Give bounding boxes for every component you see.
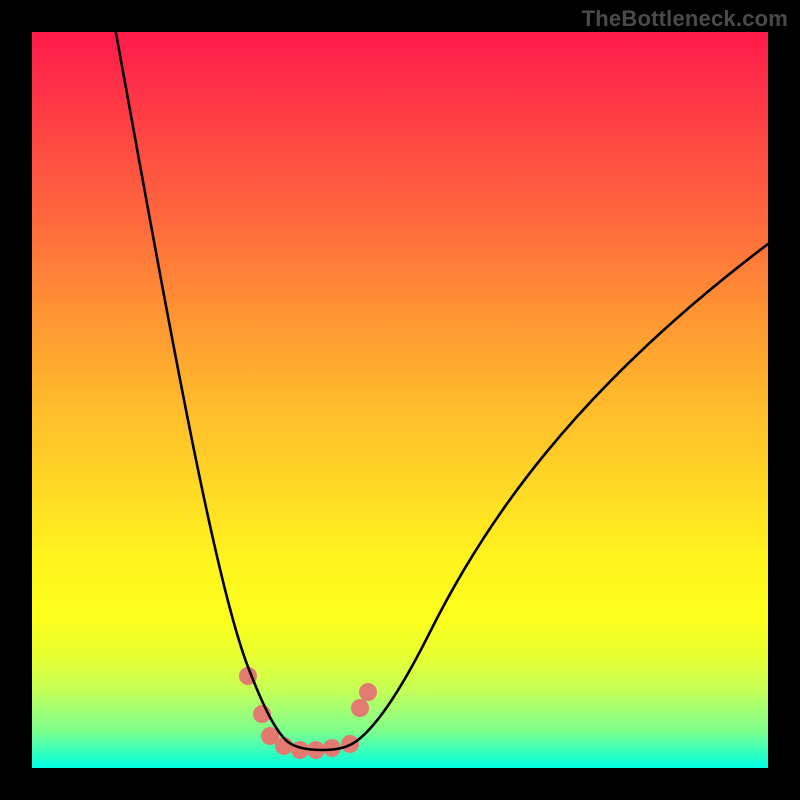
plot-area [32,32,768,768]
data-marker [351,699,369,717]
bottleneck-curve [114,32,768,750]
chart-frame: TheBottleneck.com [0,0,800,800]
data-marker [359,683,377,701]
watermark-text: TheBottleneck.com [582,6,788,32]
markers-group [239,667,377,759]
curve-layer [32,32,768,768]
